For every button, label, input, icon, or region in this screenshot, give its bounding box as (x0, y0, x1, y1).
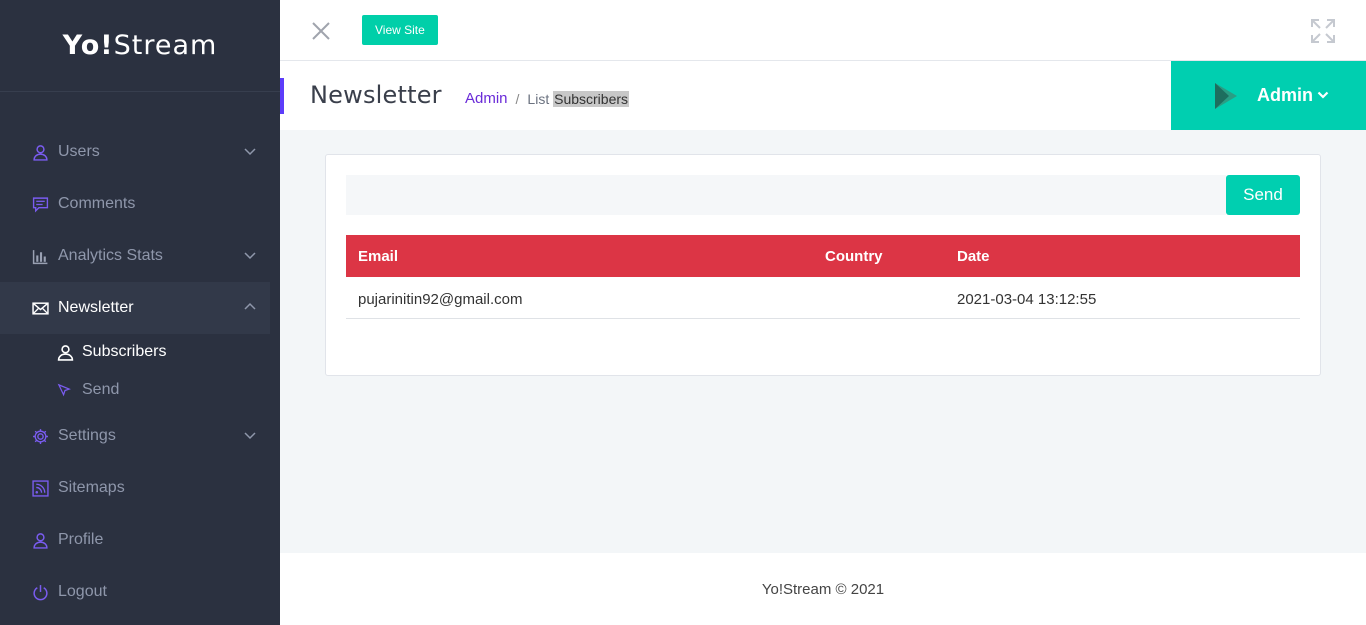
sidebar-subitem-subscribers[interactable]: Subscribers (0, 333, 270, 371)
user-icon (57, 344, 74, 361)
envelope-icon (32, 300, 49, 317)
sidebar-item-label: Analytics Stats (58, 247, 163, 264)
user-menu[interactable]: Admin (1171, 61, 1366, 130)
sidebar-subitem-label: Send (82, 381, 120, 398)
page-title: Newsletter (310, 81, 442, 109)
top-bar: View Site (280, 0, 1366, 61)
sidebar-item-label: Profile (58, 531, 104, 548)
sidebar-item-logout[interactable]: Logout (0, 566, 270, 618)
chevron-up-icon (244, 302, 256, 310)
column-header-country: Country (825, 248, 883, 265)
subscribers-card: Send Email Country Date pujarinitin92@gm… (325, 154, 1321, 376)
sidebar-item-comments[interactable]: Comments (0, 178, 270, 230)
table-row: pujarinitin92@gmail.com 2021-03-04 13:12… (346, 277, 1300, 319)
view-site-button[interactable]: View Site (362, 15, 438, 45)
sidebar-item-sitemaps[interactable]: Sitemaps (0, 462, 270, 514)
column-header-email: Email (358, 248, 399, 265)
chevron-down-icon (244, 252, 256, 260)
table-header: Email Country Date (346, 235, 1300, 277)
comment-icon (32, 196, 49, 213)
fullscreen-icon[interactable] (1310, 18, 1336, 44)
close-icon[interactable] (310, 20, 332, 42)
brand-name-bold: Yo! (62, 30, 114, 61)
chevron-down-icon (244, 148, 256, 156)
breadcrumb-current: Subscribers (553, 90, 630, 107)
brand-name-rest: Stream (113, 30, 218, 61)
user-menu-label: Admin (1257, 85, 1313, 105)
sidebar-subitem-label: Subscribers (82, 343, 167, 360)
sidebar-item-settings[interactable]: Settings (0, 410, 270, 462)
sidebar-item-label: Comments (58, 195, 136, 212)
breadcrumb-admin-link[interactable]: Admin (465, 90, 508, 107)
sidebar-item-label: Logout (58, 583, 107, 600)
sidebar: Yo!Stream Users Comments Analytics Stats… (0, 0, 280, 625)
chevron-down-icon (244, 432, 256, 440)
cursor-icon (57, 382, 74, 399)
cell-email: pujarinitin92@gmail.com (358, 291, 523, 308)
page-header: Newsletter Admin / List Subscribers Admi… (280, 61, 1366, 130)
sidebar-item-label: Newsletter (58, 299, 134, 316)
subscribers-table: Email Country Date pujarinitin92@gmail.c… (346, 235, 1300, 319)
sidebar-item-newsletter[interactable]: Newsletter (0, 282, 270, 334)
rss-icon (32, 479, 49, 497)
sidebar-subitem-send[interactable]: Send (0, 371, 270, 409)
gear-icon (32, 428, 49, 445)
breadcrumb-list: List (527, 90, 550, 107)
cell-date: 2021-03-04 13:12:55 (957, 291, 1097, 308)
sidebar-item-label: Sitemaps (58, 479, 125, 496)
brand-logo[interactable]: Yo!Stream (0, 0, 280, 92)
footer: Yo!Stream © 2021 (280, 553, 1366, 625)
footer-copyright: Yo!Stream © 2021 (761, 580, 885, 598)
bar-chart-icon (32, 248, 49, 265)
user-icon (32, 144, 49, 161)
send-button[interactable]: Send (1226, 175, 1300, 215)
breadcrumb-separator: / (515, 90, 520, 107)
chevron-down-icon (1317, 91, 1329, 99)
sidebar-item-profile[interactable]: Profile (0, 514, 270, 566)
column-header-date: Date (957, 248, 990, 265)
breadcrumb: Admin / List Subscribers (465, 90, 630, 107)
header-accent-bar (280, 78, 284, 114)
sidebar-item-label: Settings (58, 427, 116, 444)
newsletter-message-input[interactable] (346, 175, 1226, 215)
play-icon (1215, 83, 1237, 109)
sidebar-item-analytics-stats[interactable]: Analytics Stats (0, 230, 270, 282)
sidebar-item-label: Users (58, 143, 100, 160)
power-icon (32, 584, 49, 601)
sidebar-item-users[interactable]: Users (0, 126, 270, 178)
user-icon (32, 532, 49, 549)
